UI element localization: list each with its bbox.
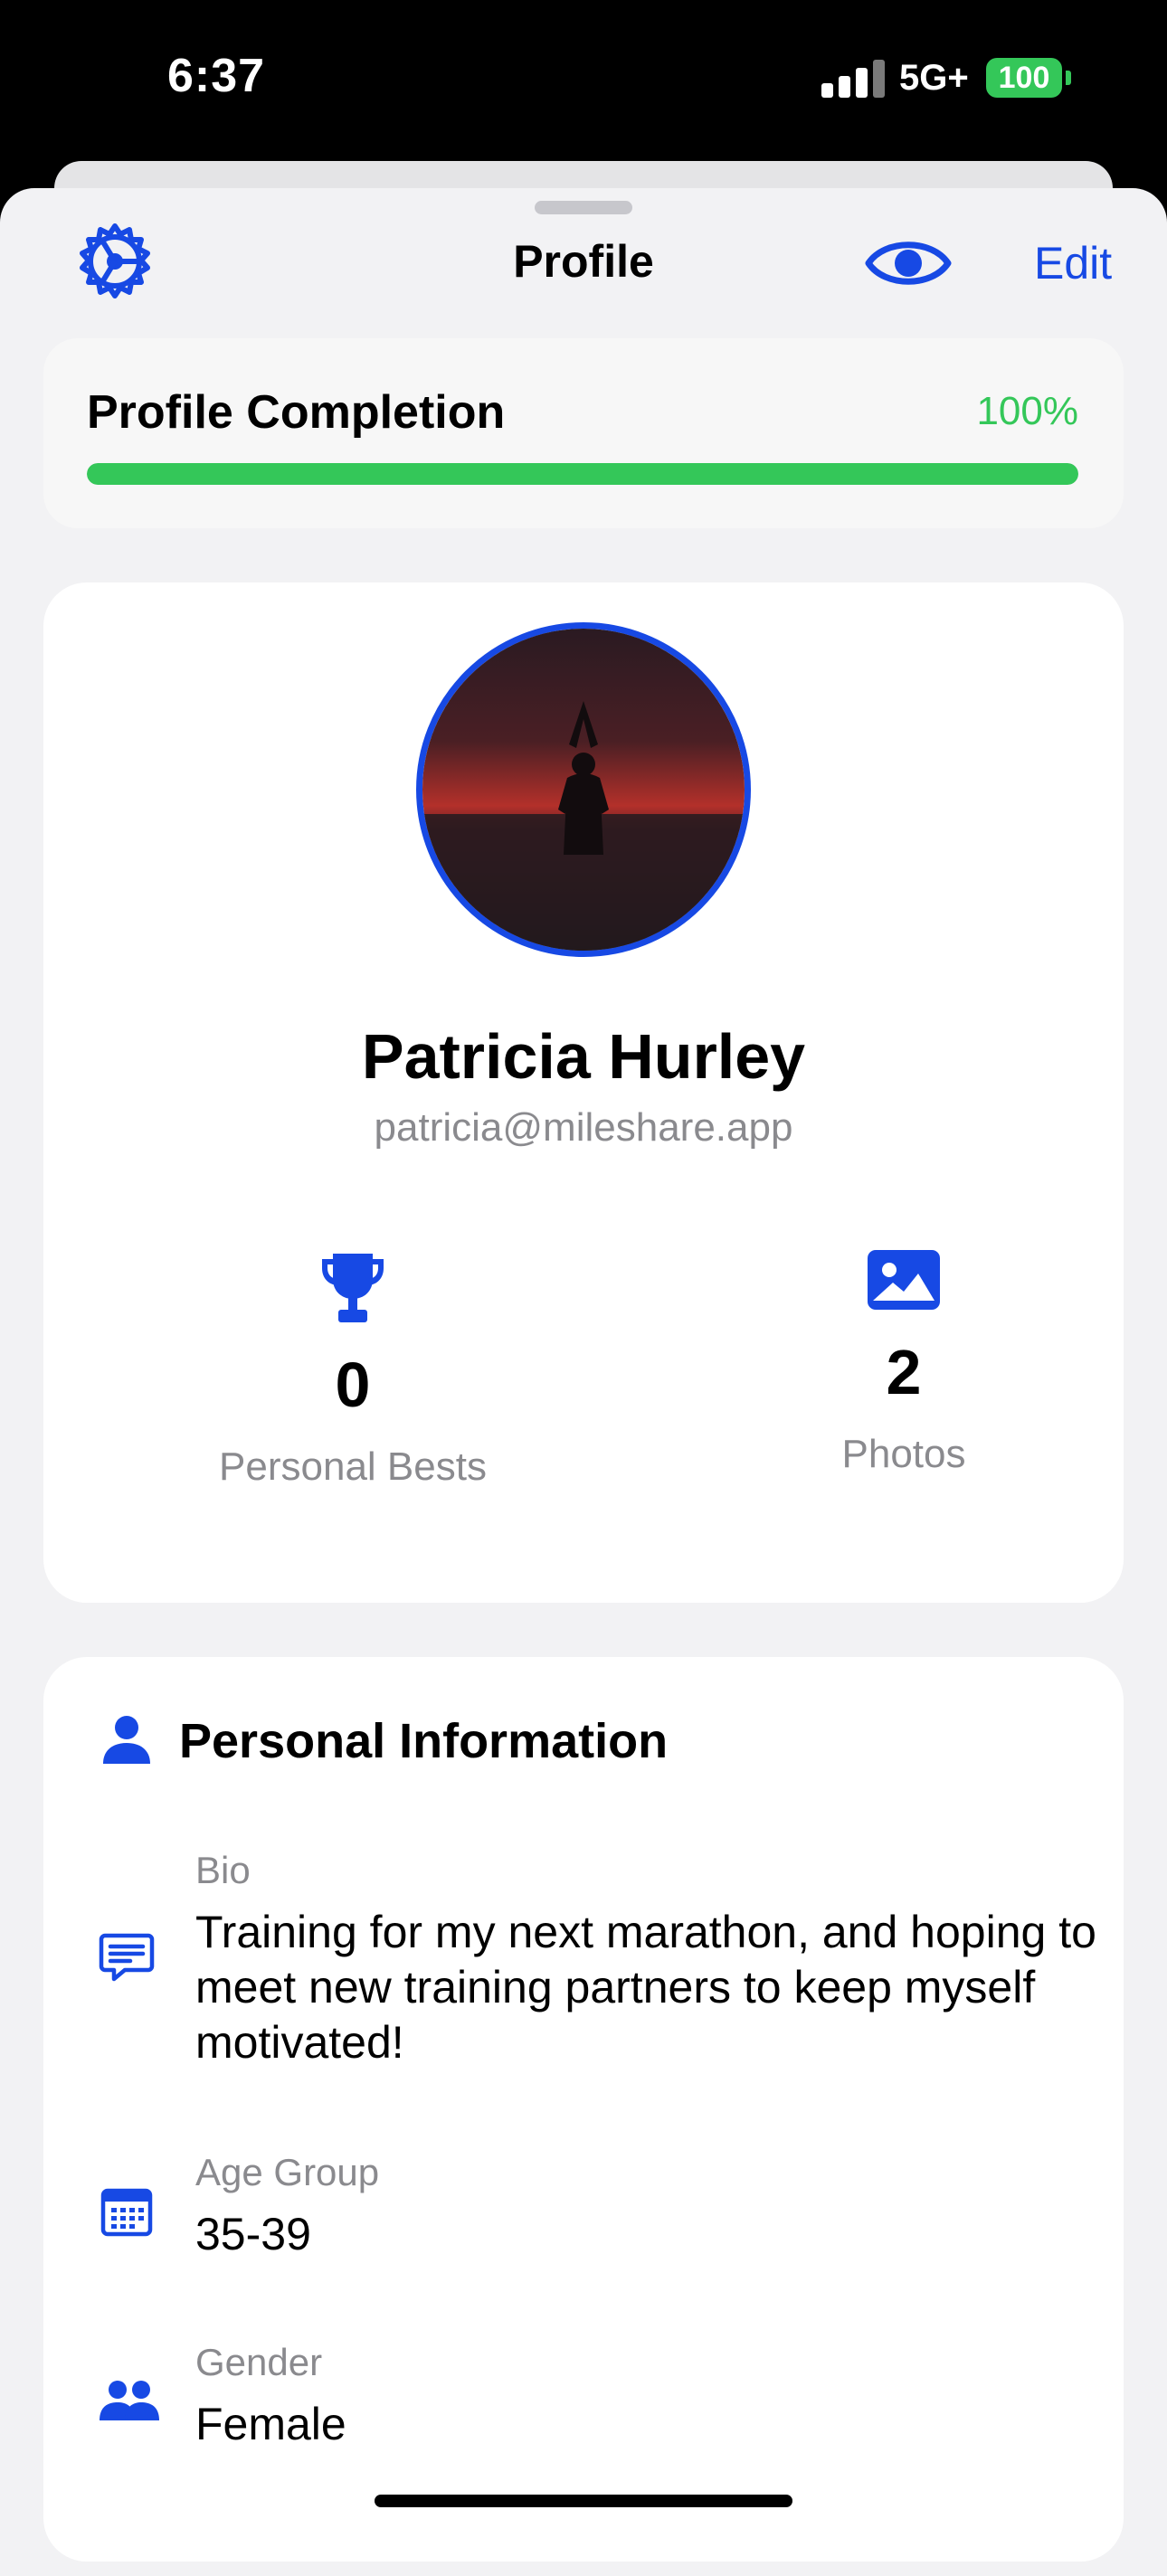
eye-icon[interactable] [865,233,952,293]
section-title: Personal Information [179,1714,669,1768]
bio-value: Training for my next marathon, and hopin… [195,1907,1096,2068]
trophy-icon [163,1252,543,1329]
gender-value: Female [195,2399,346,2449]
avatar[interactable] [416,622,751,957]
calendar-icon [98,2182,156,2240]
stat-photos[interactable]: 2 Photos [714,1248,1094,1477]
completion-progress-bar [87,463,1078,485]
completion-percent: 100% [976,389,1078,433]
age-group-value: 35-39 [195,2209,311,2259]
battery-tip [1066,71,1071,85]
battery-icon: 100 [986,58,1062,98]
network-type: 5G+ [899,58,969,98]
bio-label: Bio [195,1849,251,1891]
photo-icon [714,1248,1094,1316]
profile-completion-card: Profile Completion 100% [43,338,1124,528]
battery-level: 100 [998,61,1050,95]
edit-button[interactable]: Edit [1034,237,1112,289]
gender-label: Gender [195,2341,323,2383]
profile-email: patricia@mileshare.app [374,1105,793,1150]
completion-progress-fill [87,463,1078,485]
profile-card: Patricia Hurley patricia@mileshare.app 0… [43,582,1124,1603]
personal-bests-label: Personal Bests [219,1444,487,1489]
photos-label: Photos [841,1432,966,1476]
status-time: 6:37 [167,50,266,102]
photos-count: 2 [886,1337,922,1407]
completion-title: Profile Completion [87,386,506,439]
person-icon [100,1713,154,1767]
people-icon [98,2372,159,2429]
chat-bubble-icon [98,1928,156,1986]
status-bar: 6:37 5G+ 100 [0,0,1167,163]
signal-icon [821,58,887,98]
personal-bests-count: 0 [335,1350,371,1420]
home-indicator[interactable] [375,2495,792,2507]
age-group-label: Age Group [195,2151,380,2193]
profile-name: Patricia Hurley [361,1021,806,1092]
stat-personal-bests[interactable]: 0 Personal Bests [163,1252,543,1490]
page-title: Profile [513,236,654,287]
sheet-grabber[interactable] [535,201,632,214]
personal-information-card: Personal Information Bio Training for my… [43,1657,1124,2562]
